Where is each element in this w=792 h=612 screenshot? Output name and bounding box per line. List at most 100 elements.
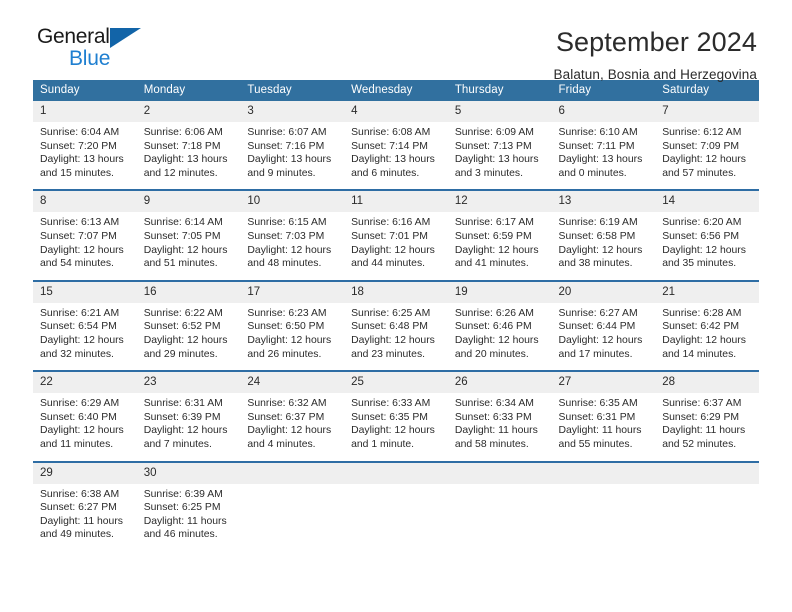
daylight-text-line2: and 44 minutes. [351,258,426,270]
sunrise-text: Sunrise: 6:39 AM [143,488,223,500]
daylight-text-line2: and 46 minutes. [143,529,218,541]
sunset-text: Sunset: 6:46 PM [454,321,532,333]
day-cell[interactable]: 29 Sunrise: 6:38 AM Sunset: 6:27 PM Dayligh… [33,460,137,551]
day-number: 2 [136,101,241,122]
day-details: Sunrise: 6:23 AM Sunset: 6:50 PM Daylight:… [240,303,344,370]
sunrise-text: Sunrise: 6:23 AM [247,307,327,319]
day-details: Sunrise: 6:08 AM Sunset: 7:14 PM Daylight:… [344,122,448,189]
day-cell[interactable]: 21 Sunrise: 6:28 AM Sunset: 6:42 PM Dayligh… [655,279,759,372]
sunset-text: Sunset: 6:50 PM [247,321,325,333]
daylight-text-line1: Daylight: 11 hours [143,515,227,527]
sunset-text: Sunset: 6:25 PM [143,502,221,514]
day-cell[interactable]: 24 Sunrise: 6:32 AM Sunset: 6:37 PM Dayligh… [240,370,345,462]
daylight-text-line2: and 6 minutes. [351,167,420,179]
sunrise-text: Sunrise: 6:13 AM [40,217,120,229]
sunrise-text: Sunrise: 6:06 AM [143,127,223,138]
daylight-text-line1: Daylight: 12 hours [247,334,332,346]
sunrise-text: Sunrise: 6:27 AM [558,307,638,319]
day-cell[interactable]: 16 Sunrise: 6:22 AM Sunset: 6:52 PM Dayligh… [136,279,241,372]
sunrise-text: Sunrise: 6:12 AM [662,127,742,138]
day-cell[interactable]: 1 Sunrise: 6:04 AM Sunset: 7:20 PM Daylight… [33,101,137,191]
sunrise-text: Sunrise: 6:19 AM [558,217,638,229]
day-number [344,462,448,484]
sunset-text: Sunset: 6:48 PM [351,321,428,333]
day-cell[interactable]: 3 Sunrise: 6:07 AM Sunset: 7:16 PM Daylight… [240,101,345,191]
general-blue-logo[interactable]: General Blue [33,26,149,69]
day-number: 5 [447,101,552,122]
day-cell[interactable]: 11 Sunrise: 6:16 AM Sunset: 7:01 PM Dayligh… [344,189,448,281]
sunrise-text: Sunrise: 6:26 AM [454,307,534,319]
day-details: Sunrise: 6:25 AM Sunset: 6:48 PM Daylight:… [344,303,448,370]
day-number: 10 [240,191,345,213]
sunrise-text: Sunrise: 6:17 AM [454,217,534,229]
day-cell[interactable]: 13 Sunrise: 6:19 AM Sunset: 6:58 PM Dayligh… [551,189,656,281]
day-details: Sunrise: 6:07 AM Sunset: 7:16 PM Daylight:… [240,122,344,189]
logo-text-general: General [37,26,149,49]
day-details: Sunrise: 6:12 AM Sunset: 7:09 PM Daylight:… [655,122,759,189]
day-number: 19 [447,281,552,303]
daylight-text-line2: and 29 minutes. [143,348,218,360]
day-cell[interactable]: 20 Sunrise: 6:27 AM Sunset: 6:44 PM Dayligh… [551,279,656,372]
day-cell[interactable]: 14 Sunrise: 6:20 AM Sunset: 6:56 PM Dayligh… [655,189,759,281]
daylight-text-line1: Daylight: 12 hours [454,334,539,346]
day-details: Sunrise: 6:37 AM Sunset: 6:29 PM Daylight:… [655,393,759,460]
daylight-text-line2: and 58 minutes. [454,438,529,450]
day-cell[interactable]: 9 Sunrise: 6:14 AM Sunset: 7:05 PM Daylight… [136,189,241,281]
daylight-text-line1: Daylight: 12 hours [351,425,435,437]
daylight-text-line1: Daylight: 12 hours [143,334,228,346]
day-cell[interactable]: 10 Sunrise: 6:15 AM Sunset: 7:03 PM Dayligh… [240,189,345,281]
sunset-text: Sunset: 7:13 PM [454,140,532,152]
day-cell[interactable]: 4 Sunrise: 6:08 AM Sunset: 7:14 PM Daylight… [344,101,448,191]
daylight-text-line2: and 1 minute. [351,438,415,450]
title-block: September 2024 Balatun, Bosnia and Herze… [554,26,759,84]
day-details: Sunrise: 6:13 AM Sunset: 7:07 PM Daylight:… [33,212,137,279]
day-number: 22 [33,372,137,394]
day-cell[interactable]: 28 Sunrise: 6:37 AM Sunset: 6:29 PM Dayligh… [655,370,759,462]
day-cell[interactable]: 17 Sunrise: 6:23 AM Sunset: 6:50 PM Dayligh… [240,279,345,372]
day-number: 9 [136,191,241,213]
day-details: Sunrise: 6:16 AM Sunset: 7:01 PM Daylight:… [344,212,448,279]
sunset-text: Sunset: 7:07 PM [40,230,117,242]
day-details: Sunrise: 6:27 AM Sunset: 6:44 PM Daylight:… [552,303,656,370]
daylight-text-line1: Daylight: 12 hours [558,244,643,256]
day-cell[interactable]: 15 Sunrise: 6:21 AM Sunset: 6:54 PM Dayligh… [33,279,137,372]
day-cell[interactable]: 25 Sunrise: 6:33 AM Sunset: 6:35 PM Dayligh… [344,370,448,462]
sunset-text: Sunset: 6:35 PM [351,411,428,423]
day-cell[interactable]: 26 Sunrise: 6:34 AM Sunset: 6:33 PM Dayligh… [447,370,552,462]
day-cell[interactable]: 22 Sunrise: 6:29 AM Sunset: 6:40 PM Dayligh… [33,370,137,462]
day-cell[interactable]: 27 Sunrise: 6:35 AM Sunset: 6:31 PM Dayligh… [551,370,656,462]
sunrise-text: Sunrise: 6:22 AM [143,307,223,319]
day-cell-empty [447,460,552,551]
logo-blue-label: Blue [69,47,111,70]
sunset-text: Sunset: 6:39 PM [143,411,221,423]
day-cell[interactable]: 8 Sunrise: 6:13 AM Sunset: 7:07 PM Daylight… [33,189,137,281]
daylight-text-line1: Daylight: 13 hours [143,154,228,166]
day-cell[interactable]: 23 Sunrise: 6:31 AM Sunset: 6:39 PM Dayligh… [136,370,241,462]
day-number: 23 [136,372,241,394]
day-details: Sunrise: 6:21 AM Sunset: 6:54 PM Daylight:… [33,303,137,370]
day-cell[interactable]: 7 Sunrise: 6:12 AM Sunset: 7:09 PM Daylight… [655,101,759,191]
daylight-text-line2: and 57 minutes. [662,167,737,179]
day-cell[interactable]: 18 Sunrise: 6:25 AM Sunset: 6:48 PM Dayligh… [344,279,448,372]
daylight-text-line2: and 51 minutes. [143,258,218,270]
day-details: Sunrise: 6:33 AM Sunset: 6:35 PM Daylight:… [344,393,448,460]
daylight-text-line1: Daylight: 12 hours [351,334,435,346]
sunrise-text: Sunrise: 6:21 AM [40,307,120,319]
sunrise-text: Sunrise: 6:09 AM [454,127,534,138]
sunset-text: Sunset: 7:01 PM [351,230,428,242]
day-cell[interactable]: 2 Sunrise: 6:06 AM Sunset: 7:18 PM Daylight… [136,101,241,191]
day-cell[interactable]: 5 Sunrise: 6:09 AM Sunset: 7:13 PM Daylight… [447,101,552,191]
daylight-text-line1: Daylight: 12 hours [40,425,124,437]
day-cell[interactable]: 19 Sunrise: 6:26 AM Sunset: 6:46 PM Dayligh… [447,279,552,372]
day-cell[interactable]: 30 Sunrise: 6:39 AM Sunset: 6:25 PM Dayligh… [136,460,241,551]
sunset-text: Sunset: 6:31 PM [558,411,636,423]
daylight-text-line1: Daylight: 11 hours [558,425,642,437]
day-number [447,462,552,484]
day-number: 3 [240,101,345,122]
day-cell[interactable]: 6 Sunrise: 6:10 AM Sunset: 7:11 PM Daylight… [551,101,656,191]
day-cell[interactable]: 12 Sunrise: 6:17 AM Sunset: 6:59 PM Dayligh… [447,189,552,281]
sunrise-text: Sunrise: 6:04 AM [40,127,120,138]
daylight-text-line2: and 26 minutes. [247,348,322,360]
logo-general-label: General [37,25,110,48]
daylight-text-line1: Daylight: 11 hours [662,425,746,437]
